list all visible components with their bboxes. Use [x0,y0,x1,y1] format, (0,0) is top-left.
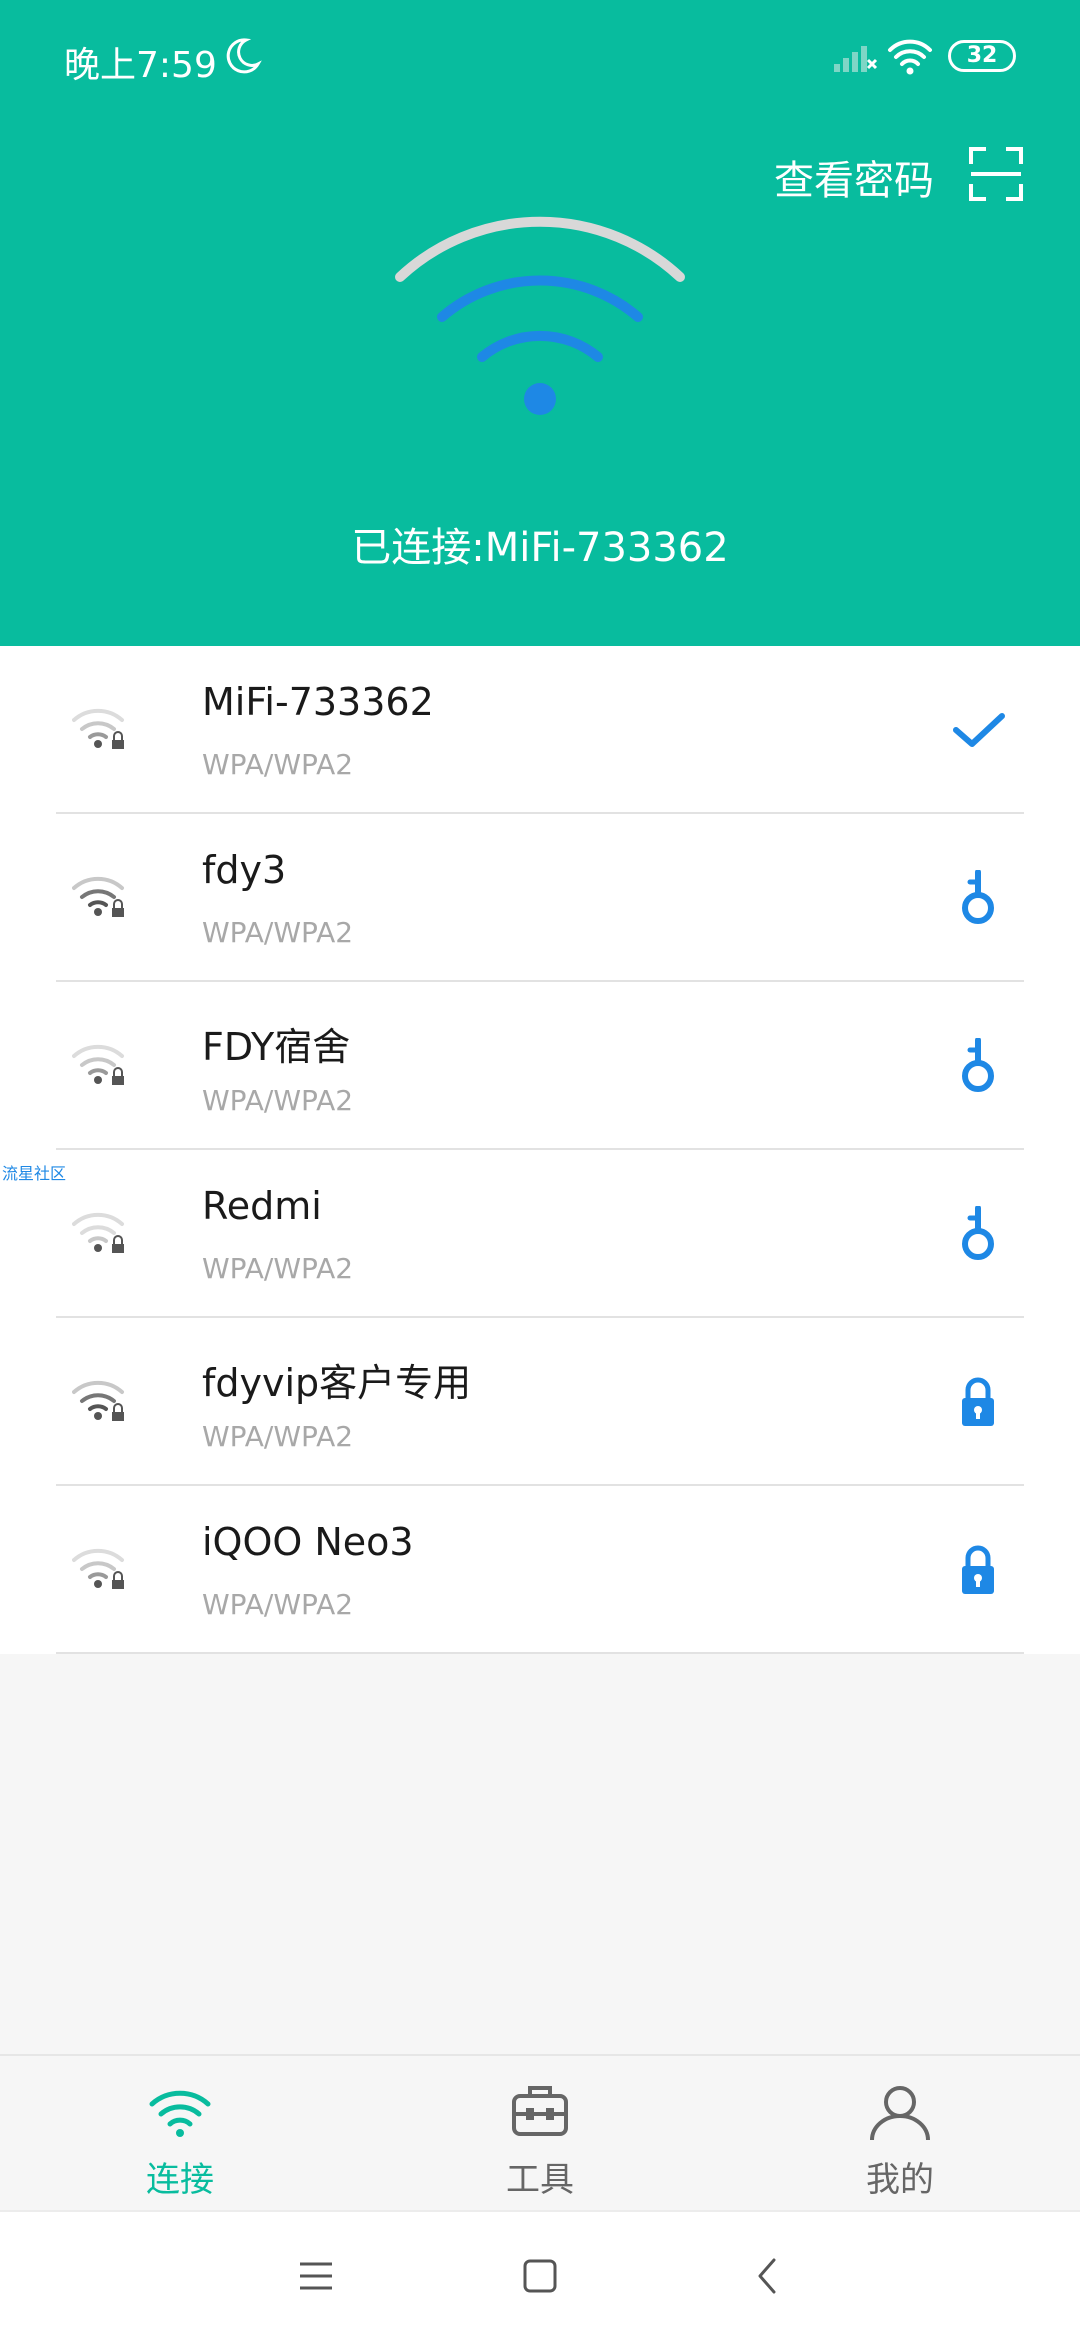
wifi-lock-icon [72,876,124,917]
network-name: MiFi-733362 [202,680,434,724]
person-icon [870,2086,930,2141]
network-security: WPA/WPA2 [202,748,354,781]
network-name: iQOO Neo3 [202,1520,414,1564]
network-security: WPA/WPA2 [202,1084,354,1117]
status-time: 晚上7:59 [64,45,217,86]
wifi-list-item[interactable]: iQOO Neo3 WPA/WPA2 [0,1486,1080,1654]
bottom-tab-bar: 连接 工具 我的 [0,2054,1080,2210]
moon-icon [226,38,262,74]
wifi-list-item[interactable]: Redmi WPA/WPA2 [0,1150,1080,1318]
tab-label: 我的 [866,2160,934,2200]
back-icon[interactable] [744,2252,792,2300]
wifi-list-item[interactable]: fdy3 WPA/WPA2 [0,814,1080,982]
wifi-lock-icon [72,1044,124,1085]
connected-network-label: 已连接:MiFi-733362 [351,525,729,571]
network-security: WPA/WPA2 [202,1588,354,1621]
network-name: FDY宿舍 [202,1025,351,1069]
wifi-list-item[interactable]: fdyvip客户专用 WPA/WPA2 [0,1318,1080,1486]
signal-icon [834,46,878,72]
network-security: WPA/WPA2 [202,916,354,949]
wifi-status-icon [888,39,932,75]
connected-wifi-icon [395,216,685,415]
home-icon[interactable] [516,2252,564,2300]
tab-mine[interactable]: 我的 [720,2056,1080,2210]
key-icon[interactable] [950,870,1006,926]
lock-icon[interactable] [950,1374,1006,1430]
network-name: Redmi [202,1184,322,1228]
tab-label: 工具 [506,2160,574,2200]
scan-icon[interactable] [968,146,1024,202]
battery-indicator: 32 [948,40,1016,72]
tab-label: 连接 [146,2160,214,2200]
wifi-lock-icon [72,708,124,749]
header: 晚上7:59 32 查看密码 已连接:MiFi-733362 [0,0,1080,646]
check-icon [953,713,1005,747]
divider [56,1652,1024,1654]
wifi-lock-icon [72,1548,124,1589]
network-security: WPA/WPA2 [202,1252,354,1285]
wifi-list-item[interactable]: MiFi-733362 WPA/WPA2 [0,646,1080,814]
network-security: WPA/WPA2 [202,1420,354,1453]
view-password-button[interactable]: 查看密码 [774,148,934,206]
watermark-label: 流星社区 [2,1164,67,1183]
lock-icon[interactable] [950,1542,1006,1598]
key-icon[interactable] [950,1038,1006,1094]
network-name: fdy3 [202,848,287,892]
network-name: fdyvip客户专用 [202,1361,472,1405]
wifi-icon [149,2090,211,2137]
wifi-lock-icon [72,1380,124,1421]
key-icon[interactable] [950,1206,1006,1262]
menu-icon[interactable] [292,2252,340,2300]
wifi-list-item[interactable]: FDY宿舍 WPA/WPA2 [0,982,1080,1150]
wifi-list: MiFi-733362 WPA/WPA2 fdy3 WPA/WPA2 FDY宿舍… [0,646,1080,1654]
tab-tools[interactable]: 工具 [360,2056,720,2210]
system-navigation-bar [0,2210,1080,2340]
wifi-lock-icon [72,1212,124,1253]
tab-connect[interactable]: 连接 [0,2056,360,2210]
toolbox-icon [512,2086,568,2136]
